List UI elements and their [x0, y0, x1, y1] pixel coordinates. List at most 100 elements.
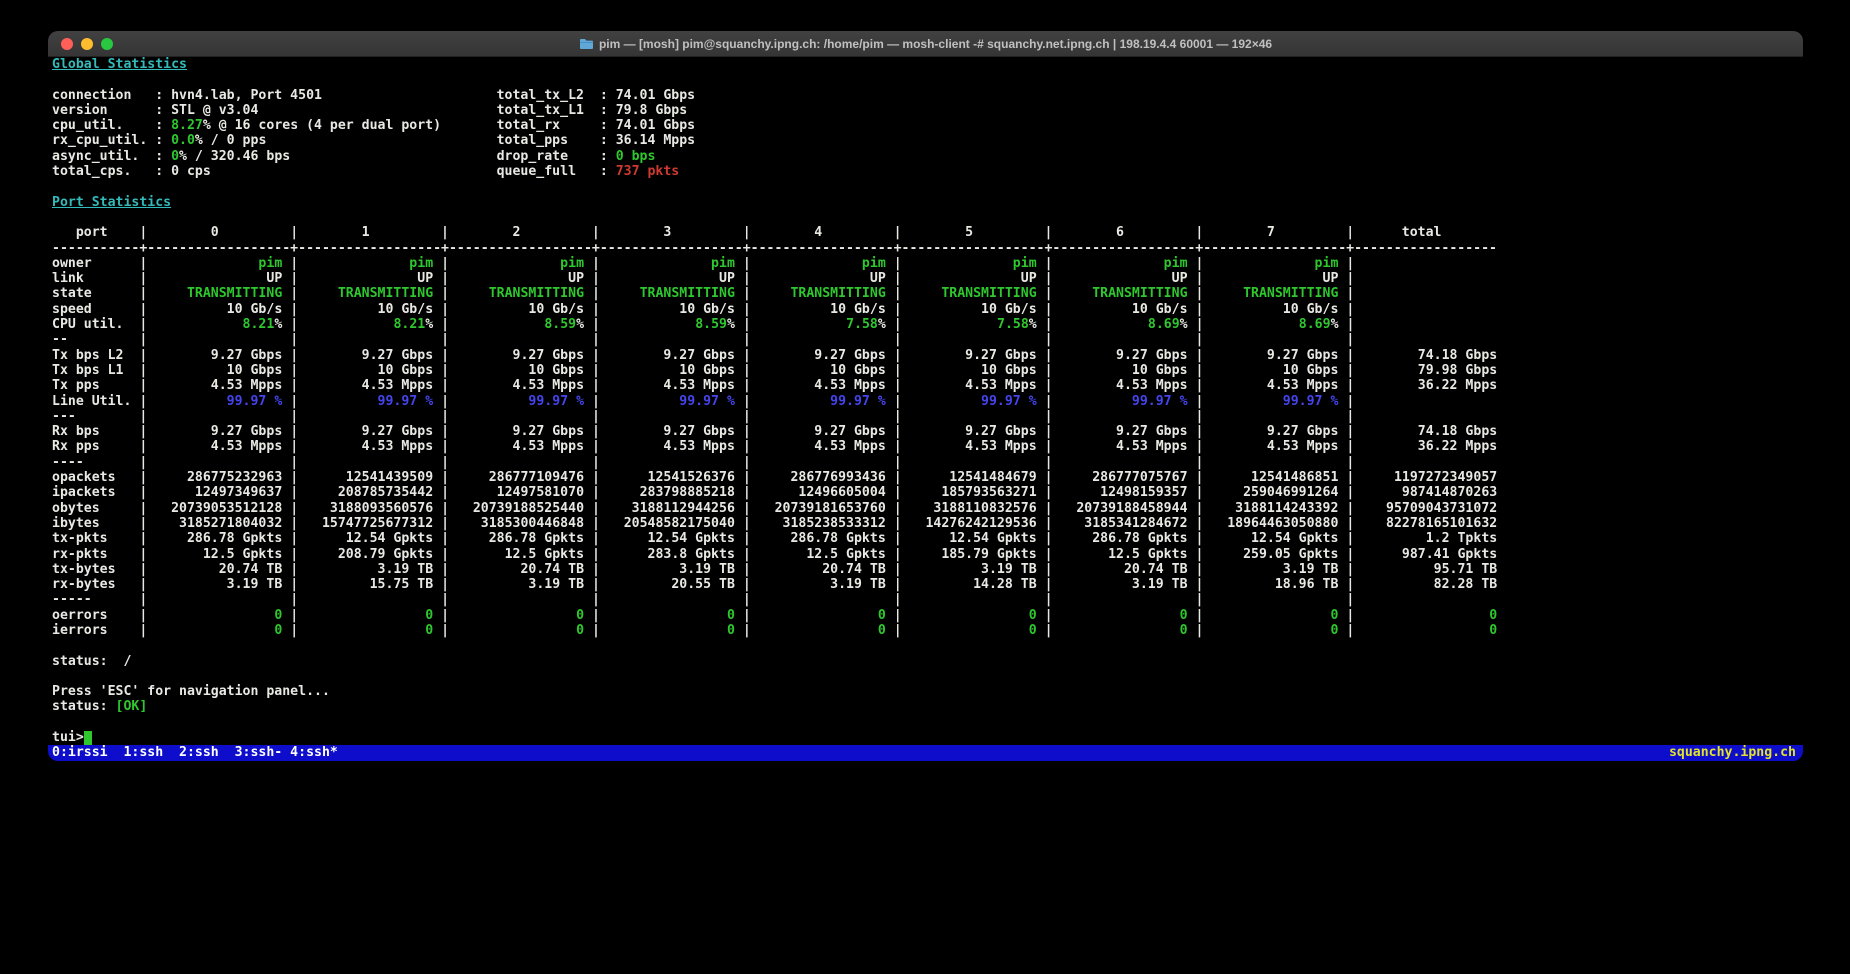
- pipe: |: [433, 470, 449, 485]
- cell: 20.55 TB: [600, 577, 735, 592]
- cell: 4.53 Mpps: [298, 439, 433, 454]
- pipe: |: [1037, 501, 1053, 516]
- blank-line: [48, 669, 1803, 684]
- row-label: Line Util. |: [52, 394, 147, 409]
- cell: pim: [600, 256, 735, 271]
- row-label: --- |: [52, 409, 147, 424]
- row-tx-bytes: tx-bytes | 20.74 TB | 3.19 TB | 20.74 TB…: [48, 562, 1803, 577]
- cell: [147, 409, 282, 424]
- pipe: |: [735, 394, 751, 409]
- pipe: |: [1338, 592, 1354, 607]
- pipe: |: [735, 256, 751, 271]
- terminal-cursor: [84, 731, 92, 745]
- pipe: |: [584, 547, 600, 562]
- cell: 99.97 %: [298, 394, 433, 409]
- cell: 74.18 Gbps: [1354, 424, 1497, 439]
- cell: 7.58: [902, 317, 1029, 332]
- stat-queue-full: queue_full: 737 pkts: [493, 164, 696, 179]
- pipe: |: [886, 485, 902, 500]
- row-link: link | UP | UP | UP | UP | UP | UP | UP …: [48, 271, 1803, 286]
- cell: 4.53 Mpps: [1053, 378, 1188, 393]
- row-label: state |: [52, 286, 147, 301]
- pipe: |: [1037, 531, 1053, 546]
- terminal-window: pim — [mosh] pim@squanchy.ipng.ch: /home…: [48, 31, 1803, 761]
- pipe: |: [282, 577, 298, 592]
- blank-line: [48, 179, 1803, 194]
- cell: 12.5 Gpkts: [449, 547, 584, 562]
- cell: 9.27 Gbps: [1053, 424, 1188, 439]
- cell: 8.69: [1053, 317, 1180, 332]
- cell: TRANSMITTING: [902, 286, 1037, 301]
- stat-total-tx-l1: total_tx_L1: 79.8 Gbps: [493, 103, 696, 118]
- close-button[interactable]: [61, 38, 73, 50]
- cell: [298, 332, 433, 347]
- cell: 20739188525440: [449, 501, 584, 516]
- cell: 10 Gbps: [751, 363, 886, 378]
- tmux-window-list[interactable]: 0:irssi 1:ssh 2:ssh 3:ssh- 4:ssh*: [52, 745, 338, 761]
- cell: 4.53 Mpps: [1053, 439, 1188, 454]
- cell: 0: [1354, 608, 1497, 623]
- cell: 82.28 TB: [1354, 577, 1497, 592]
- cell: [147, 332, 282, 347]
- column-header: 1 |: [298, 225, 449, 240]
- row--: -- | | | | | | | | |: [48, 332, 1803, 347]
- cell: [751, 455, 886, 470]
- minimize-button[interactable]: [81, 38, 93, 50]
- cell: 99.97 %: [1203, 394, 1338, 409]
- cell: 4.53 Mpps: [147, 439, 282, 454]
- pipe: |: [1037, 378, 1053, 393]
- pipe: |: [735, 547, 751, 562]
- pipe: |: [886, 516, 902, 531]
- row-label: link |: [52, 271, 147, 286]
- zoom-button[interactable]: [101, 38, 113, 50]
- pipe: |: [433, 348, 449, 363]
- status-spinner-line: status: /: [48, 654, 1803, 669]
- pipe: |: [584, 286, 600, 301]
- cell: [1053, 592, 1188, 607]
- pipe: |: [433, 378, 449, 393]
- pipe: |: [886, 348, 902, 363]
- cell: 259046991264: [1203, 485, 1338, 500]
- pipe: |: [1037, 516, 1053, 531]
- cell: [751, 592, 886, 607]
- cell: 18964463050880: [1203, 516, 1338, 531]
- pipe: |: [1037, 409, 1053, 424]
- row-label: Tx bps L1 |: [52, 363, 147, 378]
- pipe: |: [1188, 286, 1204, 301]
- row-ipackets: ipackets | 12497349637 | 208785735442 | …: [48, 485, 1803, 500]
- cell: 8.21: [147, 317, 274, 332]
- cell: [449, 409, 584, 424]
- tui-prompt-line[interactable]: tui>: [48, 730, 1803, 745]
- pipe: |: [886, 577, 902, 592]
- row--: ---- | | | | | | | | |: [48, 455, 1803, 470]
- pipe: |: [282, 271, 298, 286]
- cell: 12.5 Gpkts: [1053, 547, 1188, 562]
- pipe: |: [1188, 623, 1204, 638]
- pipe: |: [1338, 363, 1354, 378]
- cell: [902, 455, 1037, 470]
- cell: 9.27 Gbps: [1053, 348, 1188, 363]
- cell: 12.5 Gpkts: [147, 547, 282, 562]
- pipe: |: [433, 256, 449, 271]
- pipe: |: [282, 332, 298, 347]
- stat-drop-rate: drop_rate: 0 bps: [493, 149, 696, 164]
- row-label: ierrors |: [52, 623, 147, 638]
- cell: pim: [1053, 256, 1188, 271]
- pipe: |: [1037, 485, 1053, 500]
- cell: 9.27 Gbps: [751, 348, 886, 363]
- pipe: |: [886, 363, 902, 378]
- cell: [902, 592, 1037, 607]
- window-titlebar[interactable]: pim — [mosh] pim@squanchy.ipng.ch: /home…: [48, 31, 1803, 57]
- cell: 3.19 TB: [449, 577, 584, 592]
- pipe: |: [282, 562, 298, 577]
- cell: 185.79 Gpkts: [902, 547, 1037, 562]
- pipe: |: [282, 302, 298, 317]
- pipe: |: [433, 286, 449, 301]
- cell: 3.19 TB: [298, 562, 433, 577]
- pipe: |: [433, 577, 449, 592]
- pipe: |: [282, 592, 298, 607]
- row-ibytes: ibytes | 3185271804032 | 15747725677312 …: [48, 516, 1803, 531]
- terminal-screen[interactable]: Global Statistics connection: hvn4.lab, …: [48, 57, 1803, 761]
- cell: 3.19 TB: [1053, 577, 1188, 592]
- pipe: |: [433, 409, 449, 424]
